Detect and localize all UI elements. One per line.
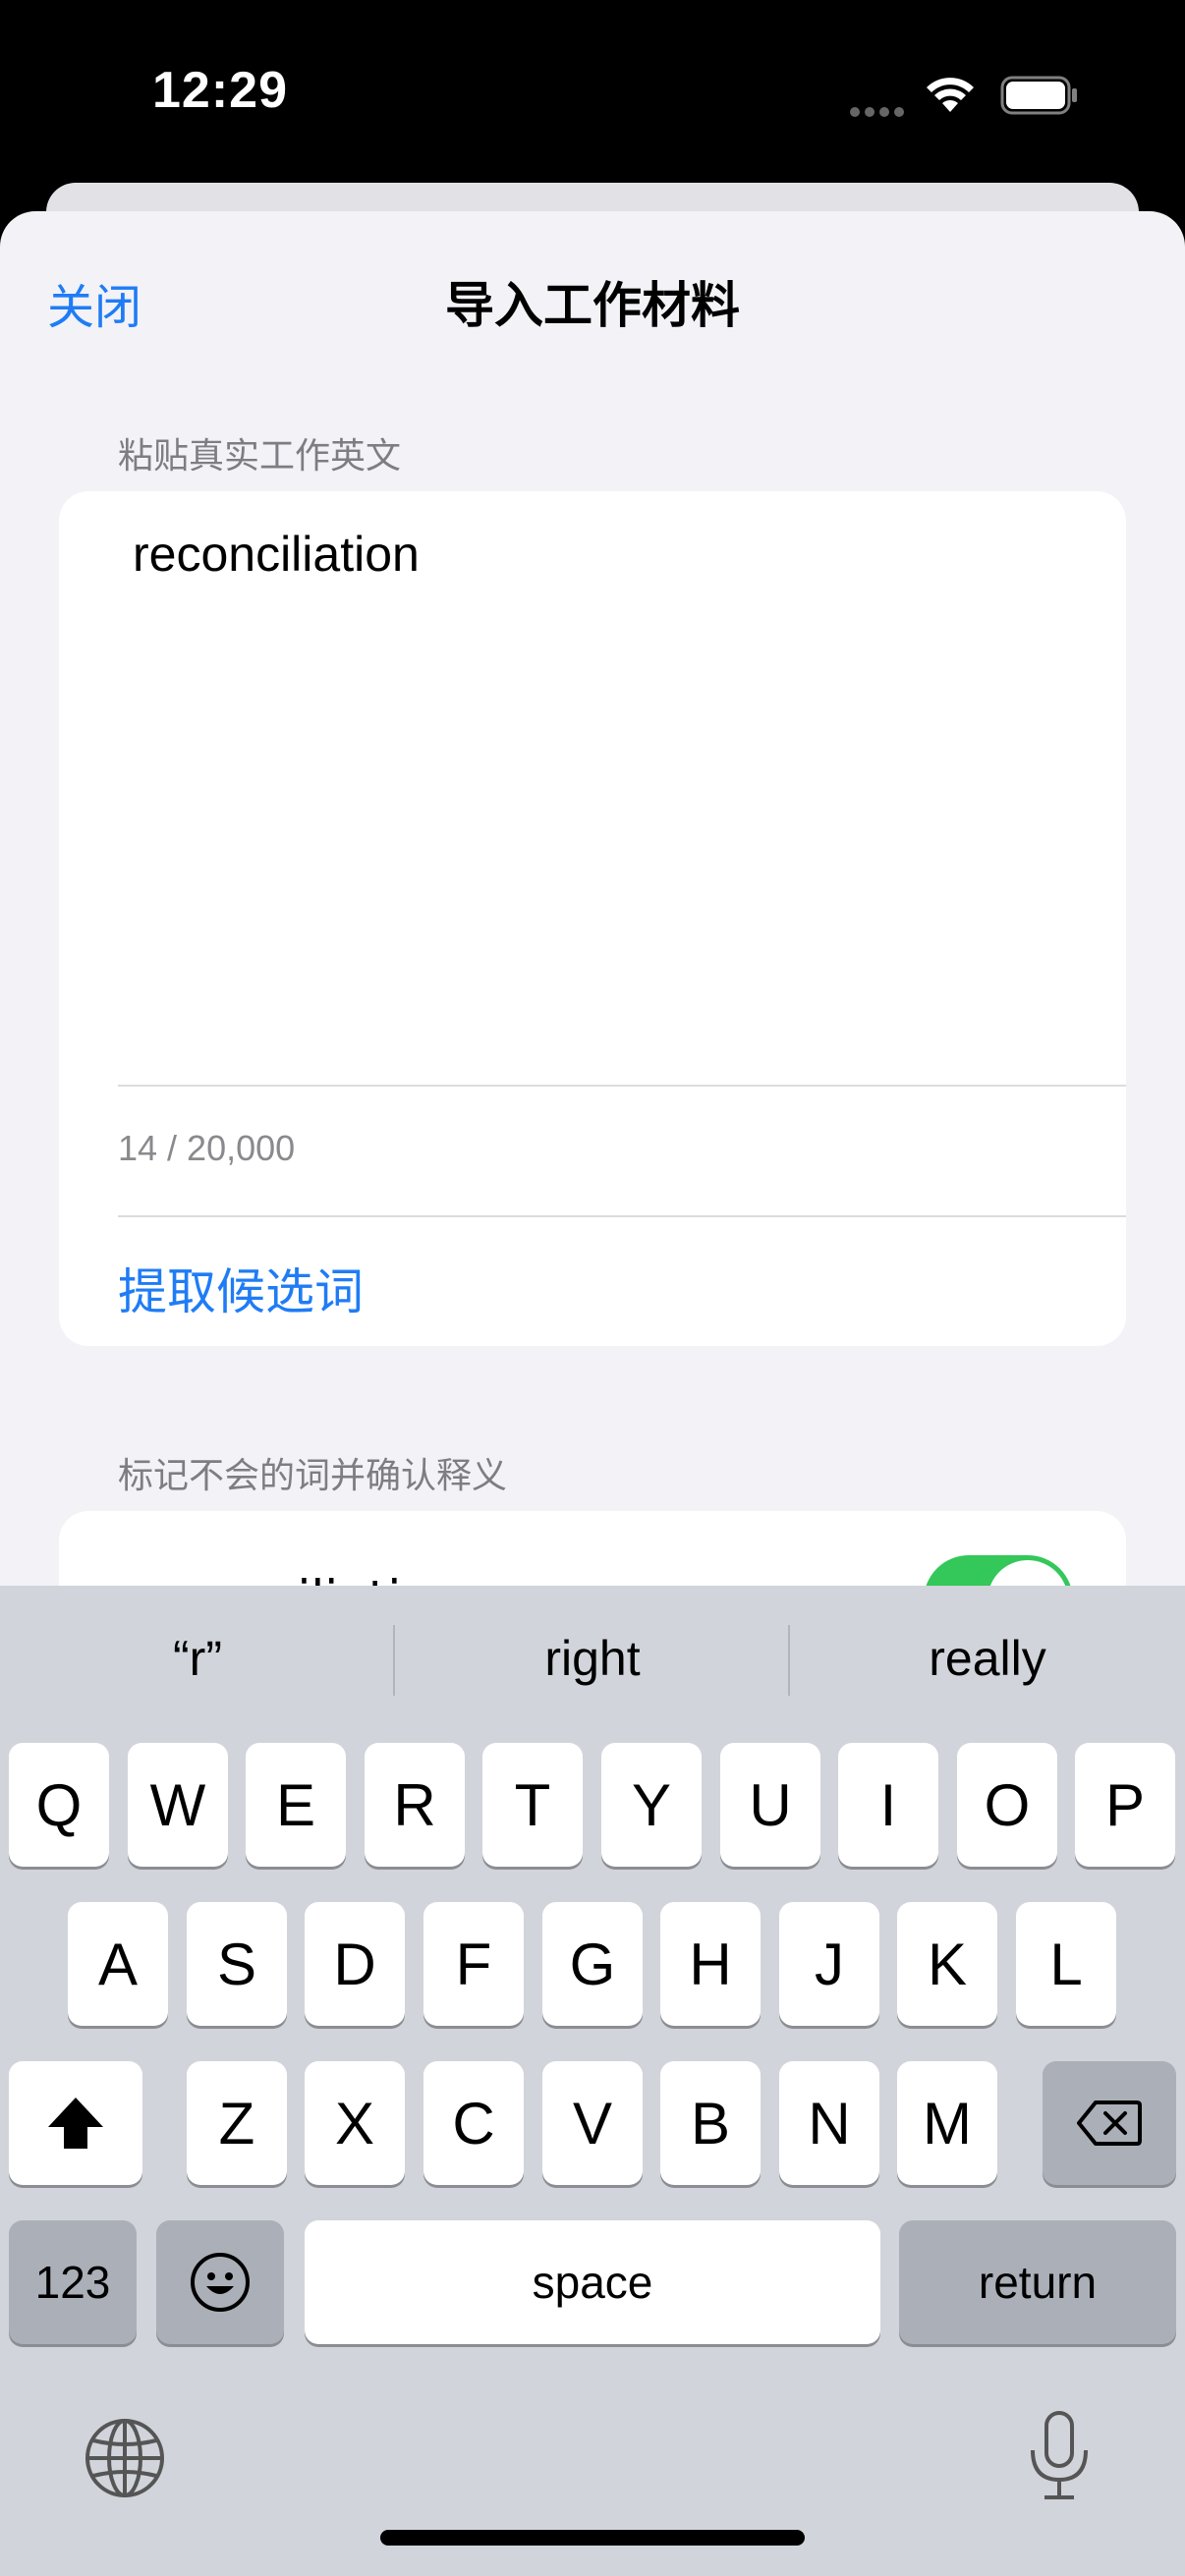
return-key[interactable]: return — [899, 2220, 1176, 2344]
key-x[interactable]: X — [305, 2061, 405, 2185]
divider — [118, 1215, 1126, 1217]
battery-icon — [1000, 76, 1077, 115]
key-n[interactable]: N — [779, 2061, 879, 2185]
key-f[interactable]: F — [423, 1902, 524, 2026]
key-h[interactable]: H — [660, 1902, 761, 2026]
paste-card: reconciliation 14 / 20,000 提取候选词 — [59, 491, 1126, 1346]
status-time: 12:29 — [152, 62, 288, 119]
key-y[interactable]: Y — [601, 1743, 702, 1867]
suggestion-bar: “r” right really — [0, 1586, 1185, 1738]
suggestion-2[interactable]: right — [395, 1630, 790, 1687]
shift-key[interactable] — [9, 2061, 142, 2185]
key-o[interactable]: O — [957, 1743, 1057, 1867]
mic-icon[interactable] — [1025, 2409, 1094, 2503]
keyboard: “r” right really Q W E R T Y U I O P A S… — [0, 1586, 1185, 2576]
key-d[interactable]: D — [305, 1902, 405, 2026]
extract-candidates-button[interactable]: 提取候选词 — [118, 1253, 364, 1323]
key-v[interactable]: V — [542, 2061, 643, 2185]
key-s[interactable]: S — [187, 1902, 287, 2026]
key-c[interactable]: C — [423, 2061, 524, 2185]
key-q[interactable]: Q — [9, 1743, 109, 1867]
key-i[interactable]: I — [838, 1743, 938, 1867]
key-g[interactable]: G — [542, 1902, 643, 2026]
globe-icon[interactable] — [84, 2417, 166, 2499]
space-key[interactable]: space — [305, 2220, 880, 2344]
paste-section-header: 粘贴真实工作英文 — [118, 436, 402, 476]
key-w[interactable]: W — [128, 1743, 228, 1867]
wifi-icon — [927, 78, 974, 112]
key-l[interactable]: L — [1016, 1902, 1116, 2026]
key-k[interactable]: K — [897, 1902, 997, 2026]
page-title: 导入工作材料 — [445, 277, 740, 334]
divider — [118, 1085, 1126, 1087]
home-indicator — [380, 2530, 805, 2546]
emoji-icon — [191, 2253, 250, 2312]
key-j[interactable]: J — [779, 1902, 879, 2026]
cellular-signal-icon — [850, 102, 909, 121]
key-r[interactable]: R — [365, 1743, 465, 1867]
key-t[interactable]: T — [482, 1743, 583, 1867]
delete-key[interactable] — [1043, 2061, 1176, 2185]
shift-icon — [48, 2098, 103, 2149]
suggestion-1[interactable]: “r” — [0, 1630, 395, 1687]
suggestion-3[interactable]: really — [790, 1630, 1185, 1687]
delete-icon — [1077, 2100, 1142, 2146]
key-z[interactable]: Z — [187, 2061, 287, 2185]
key-b[interactable]: B — [660, 2061, 761, 2185]
numbers-key[interactable]: 123 — [9, 2220, 137, 2344]
mark-section-header: 标记不会的词并确认释义 — [118, 1456, 508, 1496]
key-m[interactable]: M — [897, 2061, 997, 2185]
status-bar: 12:29 — [0, 0, 1185, 187]
key-u[interactable]: U — [720, 1743, 820, 1867]
character-count: 14 / 20,000 — [118, 1128, 296, 1168]
emoji-key[interactable] — [156, 2220, 284, 2344]
key-a[interactable]: A — [68, 1902, 168, 2026]
paste-text-editor[interactable]: reconciliation — [133, 526, 420, 583]
key-e[interactable]: E — [246, 1743, 346, 1867]
key-p[interactable]: P — [1075, 1743, 1175, 1867]
